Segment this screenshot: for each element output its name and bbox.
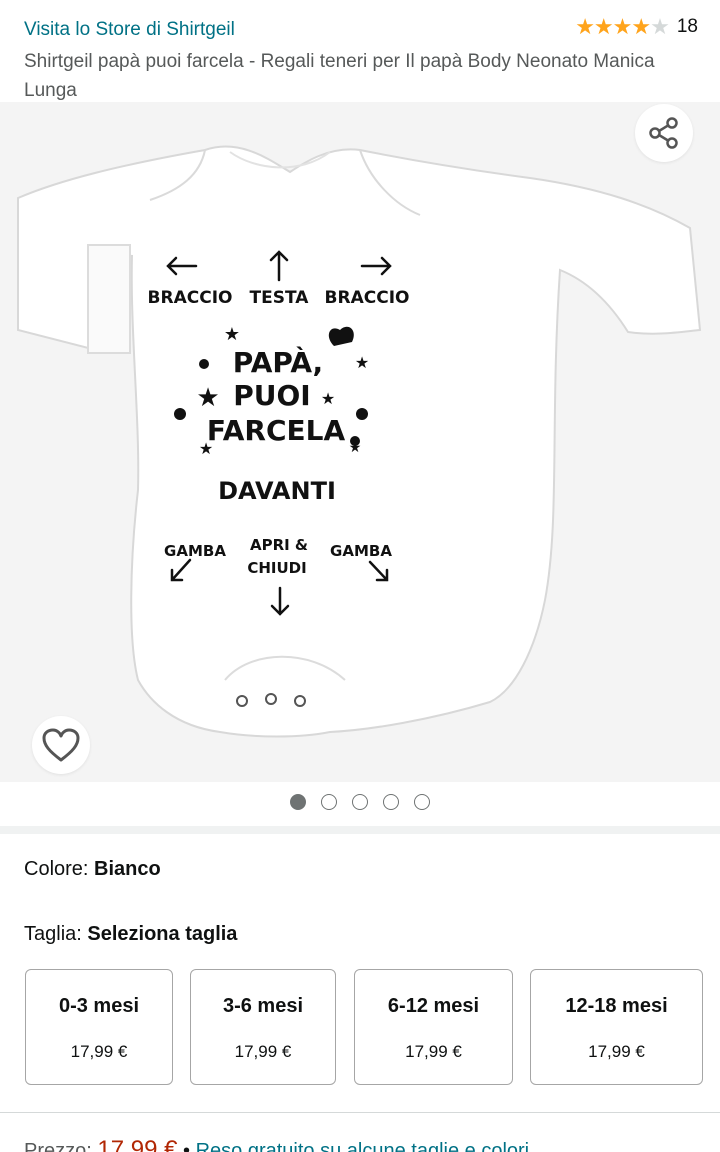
sleeve-left-label: BRACCIO xyxy=(148,288,233,308)
size-option-0-3[interactable]: 0-3 mesi 17,99 € xyxy=(25,969,173,1085)
size-option-name: 12-18 mesi xyxy=(565,995,668,1017)
sleeve-right-label: BRACCIO xyxy=(325,288,410,308)
svg-text:★: ★ xyxy=(355,353,369,372)
svg-text:★: ★ xyxy=(224,324,240,345)
store-link[interactable]: Visita lo Store di Shirtgeil xyxy=(24,19,235,41)
open-close-line1: APRI & xyxy=(250,536,308,554)
size-selection: Taglia: Seleziona taglia xyxy=(24,923,237,946)
section-divider xyxy=(0,1112,720,1113)
product-header: Visita lo Store di Shirtgeil ★ ★ ★ ★ ★ 1… xyxy=(0,0,720,102)
size-label: Taglia: xyxy=(24,923,82,945)
wishlist-button[interactable] xyxy=(32,716,90,774)
star-icon: ★ xyxy=(631,14,652,39)
size-option-3-6[interactable]: 3-6 mesi 17,99 € xyxy=(190,969,336,1085)
rating[interactable]: ★ ★ ★ ★ ★ 18 xyxy=(575,16,698,38)
slogan-line1: PAPÀ, xyxy=(233,345,323,379)
open-close-line2: CHIUDI xyxy=(247,559,306,577)
product-image-area[interactable]: BRACCIO TESTA BRACCIO PAPÀ, PUOI FARCELA… xyxy=(0,102,720,782)
slogan-line2: PUOI xyxy=(233,379,310,412)
carousel-dot[interactable] xyxy=(352,794,368,810)
head-label: TESTA xyxy=(250,288,310,308)
carousel-dot[interactable] xyxy=(383,794,399,810)
rating-count[interactable]: 18 xyxy=(677,16,698,38)
star-icon: ★ xyxy=(612,14,633,39)
section-divider xyxy=(0,826,720,834)
star-icon: ★ xyxy=(593,14,614,39)
carousel-dot[interactable] xyxy=(321,794,337,810)
size-option-name: 3-6 mesi xyxy=(222,995,304,1017)
size-option-price: 17,99 € xyxy=(405,1042,462,1061)
leg-right-label: GAMBA xyxy=(330,542,392,560)
svg-text:★: ★ xyxy=(321,389,335,408)
price-value: 17,99 € xyxy=(97,1136,178,1152)
carousel-dot[interactable] xyxy=(414,794,430,810)
star-icon: ★ xyxy=(575,14,595,39)
carousel-dot-active[interactable] xyxy=(290,794,306,810)
size-option-6-12[interactable]: 6-12 mesi 17,99 € xyxy=(354,969,513,1085)
color-selection: Colore: Bianco xyxy=(24,858,161,881)
leg-left-label: GAMBA xyxy=(164,542,226,560)
svg-text:★: ★ xyxy=(349,440,362,456)
carousel-dots xyxy=(0,794,720,810)
share-button[interactable] xyxy=(635,104,693,162)
svg-text:★: ★ xyxy=(196,383,219,413)
color-value: Bianco xyxy=(94,858,161,880)
free-returns-link[interactable]: Reso gratuito su alcune taglie e colori xyxy=(196,1140,530,1152)
svg-text:★: ★ xyxy=(199,439,213,458)
price-line: Prezzo: 17,99 € • Reso gratuito su alcun… xyxy=(24,1136,529,1152)
price-label: Prezzo: xyxy=(24,1140,92,1152)
slogan-line3: FARCELA xyxy=(207,414,346,447)
onesie-image: BRACCIO TESTA BRACCIO PAPÀ, PUOI FARCELA… xyxy=(17,145,702,738)
size-option-price: 17,99 € xyxy=(588,1042,645,1061)
product-title: Shirtgeil papà puoi farcela - Regali ten… xyxy=(24,51,655,101)
size-option-price: 17,99 € xyxy=(234,1042,292,1061)
size-value: Seleziona taglia xyxy=(87,923,238,945)
heart-icon xyxy=(42,728,80,762)
size-option-12-18[interactable]: 12-18 mesi 17,99 € xyxy=(530,969,703,1085)
star-empty-icon: ★ xyxy=(650,14,670,39)
front-label: DAVANTI xyxy=(218,477,336,505)
share-icon xyxy=(649,117,678,149)
size-option-name: 6-12 mesi xyxy=(387,995,480,1017)
size-option-name: 0-3 mesi xyxy=(58,995,140,1017)
price-bullet: • xyxy=(183,1140,191,1152)
size-option-price: 17,99 € xyxy=(70,1042,128,1061)
color-label: Colore: xyxy=(24,858,89,880)
